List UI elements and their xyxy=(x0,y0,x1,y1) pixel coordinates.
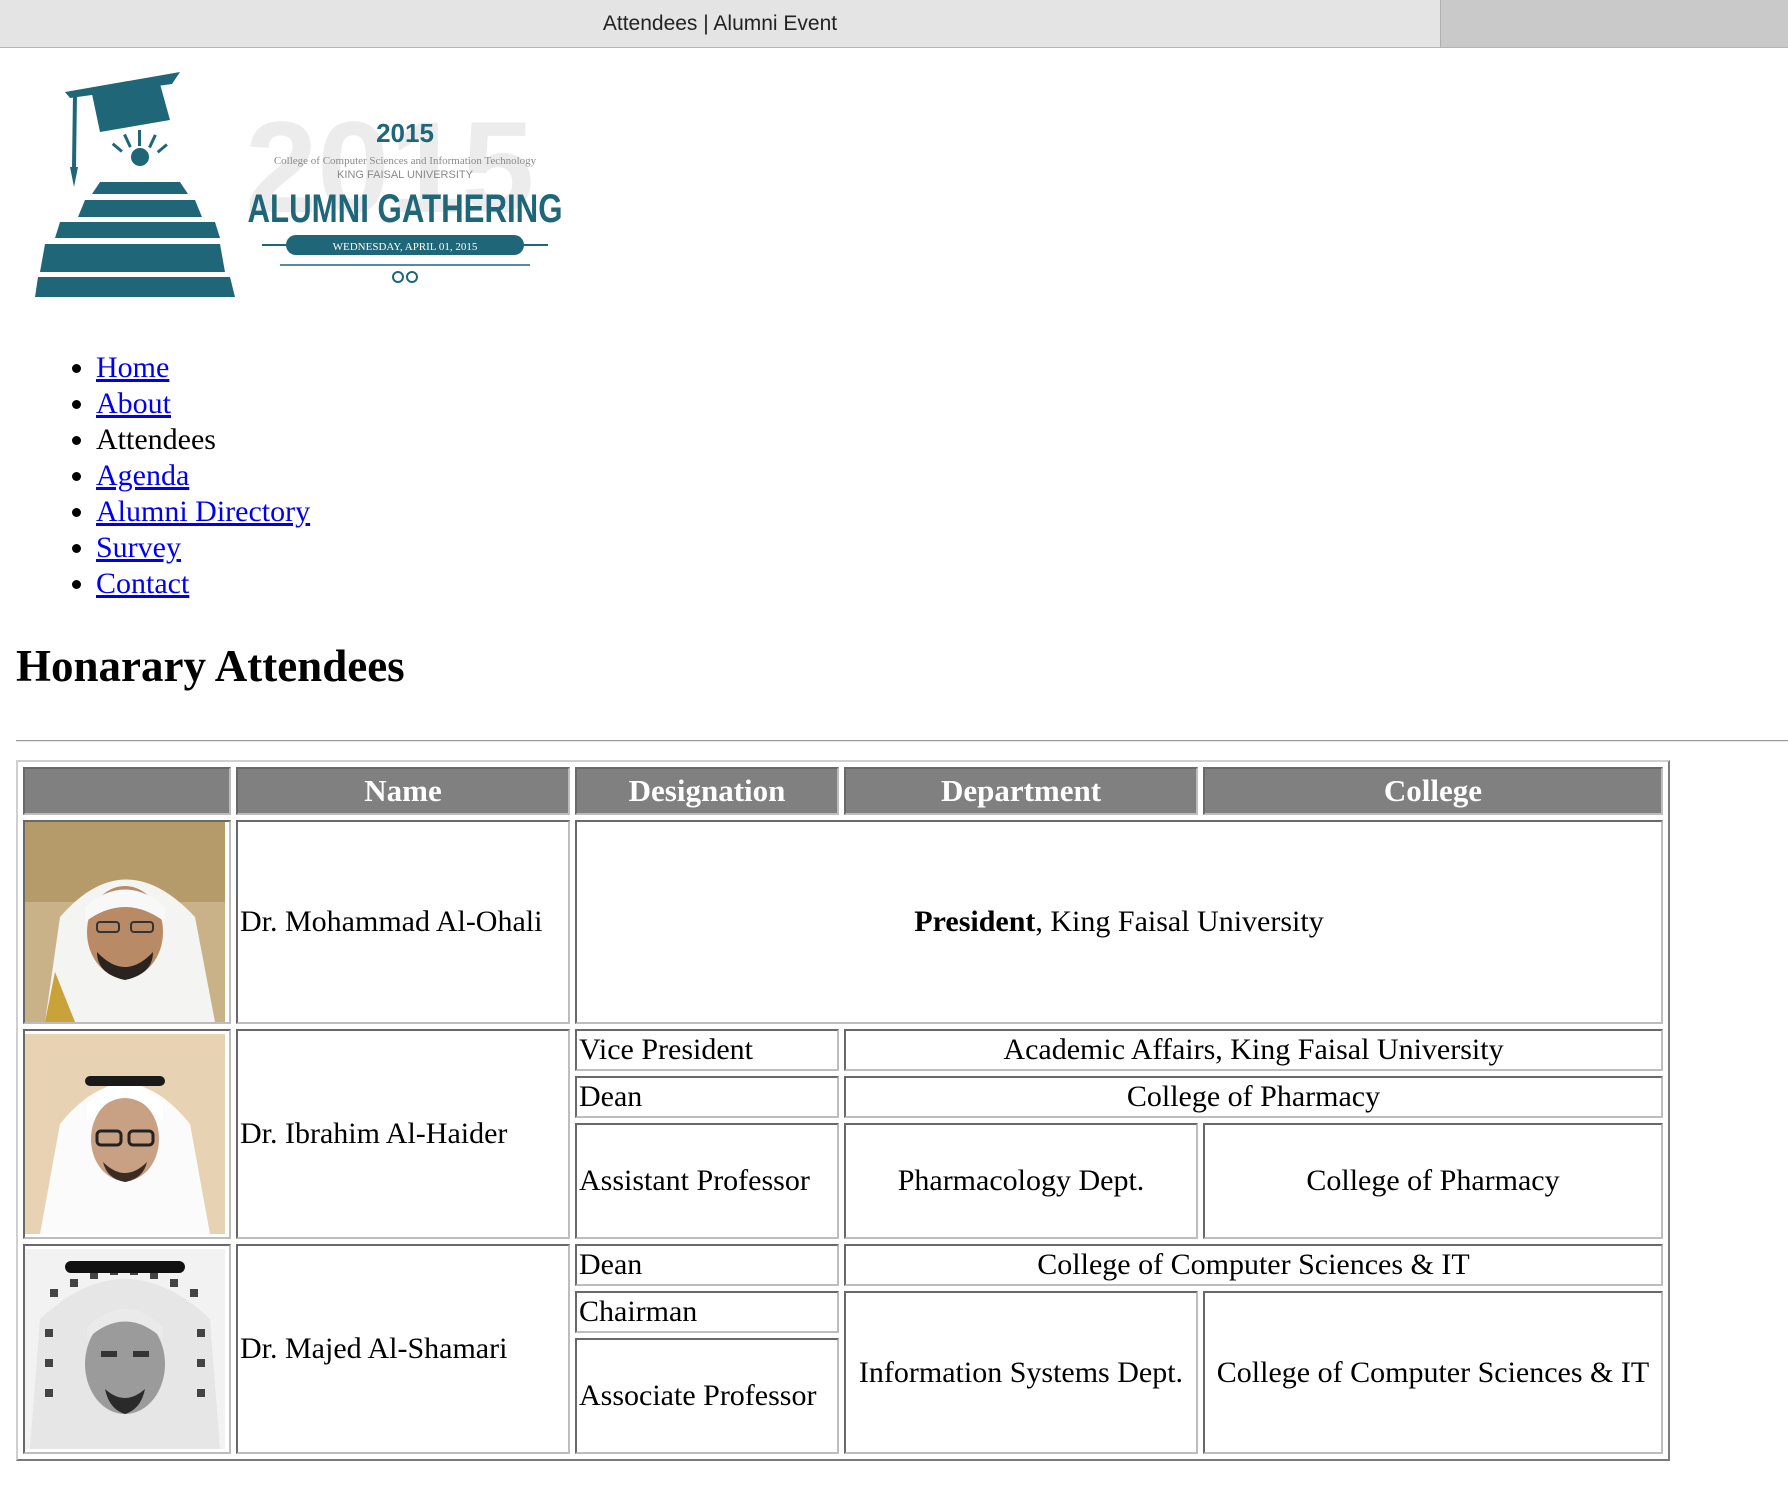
logo-university-line: KING FAISAL UNIVERSITY xyxy=(337,169,474,181)
table-row: Dr. Majed Al-Shamari Dean College of Com… xyxy=(23,1244,1663,1454)
nav-item-about: About xyxy=(96,386,310,422)
college-cell: College of Pharmacy xyxy=(1203,1123,1663,1239)
nav-link-alumni-directory[interactable]: Alumni Directory xyxy=(96,495,310,528)
nav-item-home: Home xyxy=(96,350,310,386)
nav-item-agenda: Agenda xyxy=(96,458,310,494)
logo-date: WEDNESDAY, APRIL 01, 2015 xyxy=(333,241,478,253)
president-university: , King Faisal University xyxy=(1035,905,1324,938)
attendee-name: Dr. Mohammad Al-Ohali xyxy=(236,820,570,1024)
college-cell: College of Computer Sciences & IT xyxy=(1203,1291,1663,1454)
attendee-photo-cell xyxy=(23,820,231,1024)
designation-cell: Dean xyxy=(575,1244,839,1286)
nav-current-attendees: Attendees xyxy=(96,423,216,456)
department-cell: Information Systems Dept. xyxy=(844,1291,1198,1454)
alumni-gathering-logo: 2015 2015 College of Computer Sciences a… xyxy=(30,72,570,302)
logo-title: ALUMNI GATHERING xyxy=(248,187,563,231)
header-department: Department xyxy=(844,767,1198,815)
attendee-name: Dr. Majed Al-Shamari xyxy=(236,1244,570,1454)
header-name: Name xyxy=(236,767,570,815)
header-college: College xyxy=(1203,767,1663,815)
nav-link-agenda[interactable]: Agenda xyxy=(96,459,189,492)
browser-tab-active[interactable]: Attendees | Alumni Event xyxy=(0,0,1441,47)
attendee-name: Dr. Ibrahim Al-Haider xyxy=(236,1029,570,1239)
attendee-president-cell: President, King Faisal University xyxy=(575,820,1663,1024)
department-college-cell: Academic Affairs, King Faisal University xyxy=(844,1029,1663,1071)
browser-tab-empty-area xyxy=(1441,0,1788,47)
department-college-cell: College of Pharmacy xyxy=(844,1076,1663,1118)
designation-cell: Assistant Professor xyxy=(575,1123,839,1239)
designation-cell: Chairman xyxy=(575,1291,839,1333)
table-header-row: Name Designation Department College xyxy=(23,767,1663,815)
attendees-table: Name Designation Department College Dr. … xyxy=(16,760,1670,1461)
header-photo xyxy=(23,767,231,815)
designation-cell: Vice President xyxy=(575,1029,839,1071)
nav-item-alumni-directory: Alumni Directory xyxy=(96,494,310,530)
table-row: Dr. Mohammad Al-Ohali President, King Fa… xyxy=(23,820,1663,1024)
main-navigation: Home About Attendees Agenda Alumni Direc… xyxy=(58,350,310,602)
browser-tab-title: Attendees | Alumni Event xyxy=(602,11,838,35)
president-title: President xyxy=(914,905,1036,938)
designation-cell: Dean xyxy=(575,1076,839,1118)
department-college-cell: College of Computer Sciences & IT xyxy=(844,1244,1663,1286)
table-row: Dr. Ibrahim Al-Haider Vice President Aca… xyxy=(23,1029,1663,1239)
attendee-photo-cell xyxy=(23,1244,231,1454)
person-photo-icon xyxy=(25,822,225,1022)
nav-link-about[interactable]: About xyxy=(96,387,171,420)
horizontal-rule xyxy=(16,740,1788,742)
person-photo-icon xyxy=(25,1249,225,1449)
nav-item-survey: Survey xyxy=(96,530,310,566)
nav-link-contact[interactable]: Contact xyxy=(96,567,189,600)
nav-item-contact: Contact xyxy=(96,566,310,602)
logo-college-line: College of Computer Sciences and Informa… xyxy=(274,155,537,167)
browser-tab-bar: Attendees | Alumni Event xyxy=(0,0,1788,48)
nav-link-home[interactable]: Home xyxy=(96,351,169,384)
department-cell: Pharmacology Dept. xyxy=(844,1123,1198,1239)
attendee-photo-cell xyxy=(23,1029,231,1239)
nav-item-attendees: Attendees xyxy=(96,422,310,458)
nav-link-survey[interactable]: Survey xyxy=(96,531,181,564)
page-title: Honarary Attendees xyxy=(16,641,405,691)
header-designation: Designation xyxy=(575,767,839,815)
logo-year: 2015 xyxy=(376,118,434,148)
person-photo-icon xyxy=(25,1034,225,1234)
designation-cell: Associate Professor xyxy=(575,1338,839,1454)
